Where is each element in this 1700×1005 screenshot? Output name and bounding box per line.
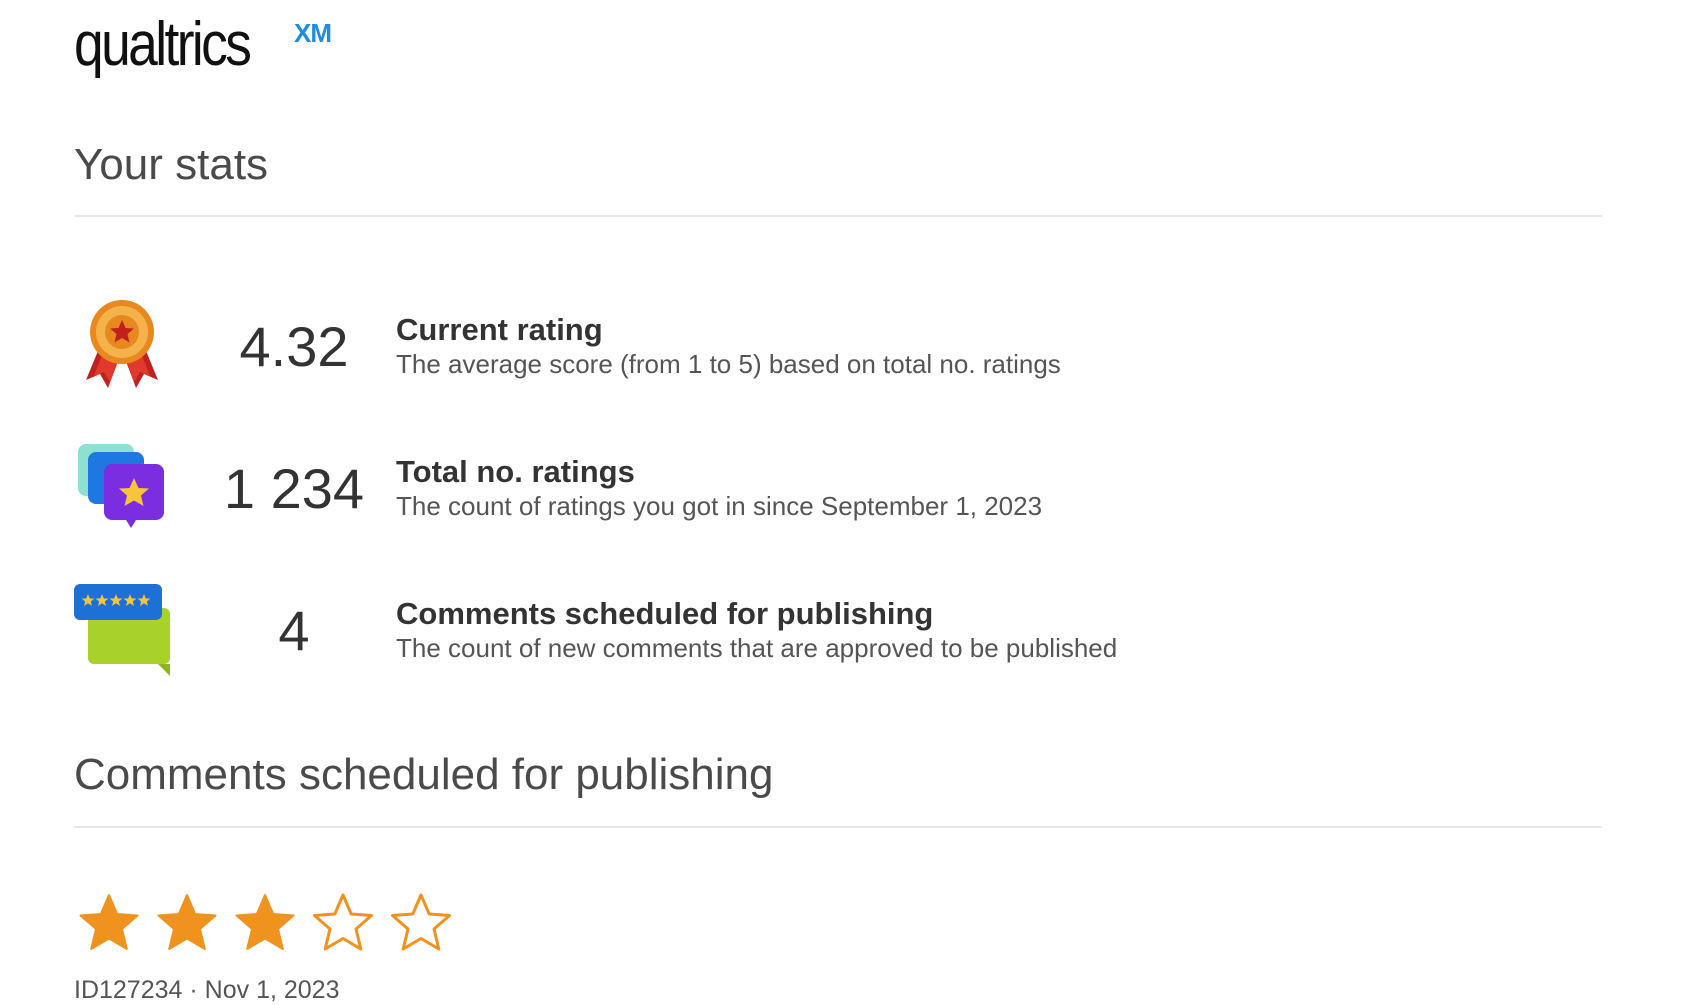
star-outline-icon (391, 893, 451, 951)
star-filled-icon (235, 894, 295, 950)
stats-divider (74, 215, 1602, 217)
comment-stars-icon (74, 584, 170, 676)
stat-description: The count of ratings you got in since Se… (396, 491, 1043, 521)
rating-chat-bubbles-icon (78, 444, 164, 528)
qualtrics-logo: qualtrics XM (74, 10, 332, 90)
stat-text: Current rating The average score (from 1… (396, 312, 1061, 380)
star-outline-icon (313, 893, 373, 951)
star-filled-icon (79, 894, 139, 950)
logo-xm-mark: XM (294, 18, 332, 48)
stat-description: The average score (from 1 to 5) based on… (396, 349, 1061, 379)
stat-title: Total no. ratings (396, 454, 635, 489)
stat-text: Comments scheduled for publishing The co… (396, 596, 1117, 664)
stat-total-ratings: 1 234 Total no. ratings The count of rat… (74, 438, 1474, 538)
logo-wordmark: qualtrics (74, 10, 252, 79)
stat-value: 4 (278, 599, 310, 662)
comments-divider (74, 826, 1602, 828)
stat-value: 4.32 (239, 315, 349, 378)
medal-icon (86, 300, 158, 388)
star-filled-icon (157, 894, 217, 950)
stat-value: 1 234 (223, 457, 365, 520)
stat-title: Comments scheduled for publishing (396, 596, 934, 631)
stat-current-rating: 4.32 Current rating The average score (f… (74, 296, 1474, 396)
stat-text: Total no. ratings The count of ratings y… (396, 454, 1042, 522)
comment-meta: ID127234 · Nov 1, 2023 (74, 976, 340, 1005)
stats-section-title: Your stats (74, 140, 269, 189)
stat-description: The count of new comments that are appro… (396, 633, 1118, 663)
comment-star-rating (78, 892, 452, 954)
stat-title: Current rating (396, 312, 603, 347)
comments-section-title: Comments scheduled for publishing (74, 750, 774, 799)
stat-scheduled-comments: 4 Comments scheduled for publishing The … (74, 580, 1474, 680)
